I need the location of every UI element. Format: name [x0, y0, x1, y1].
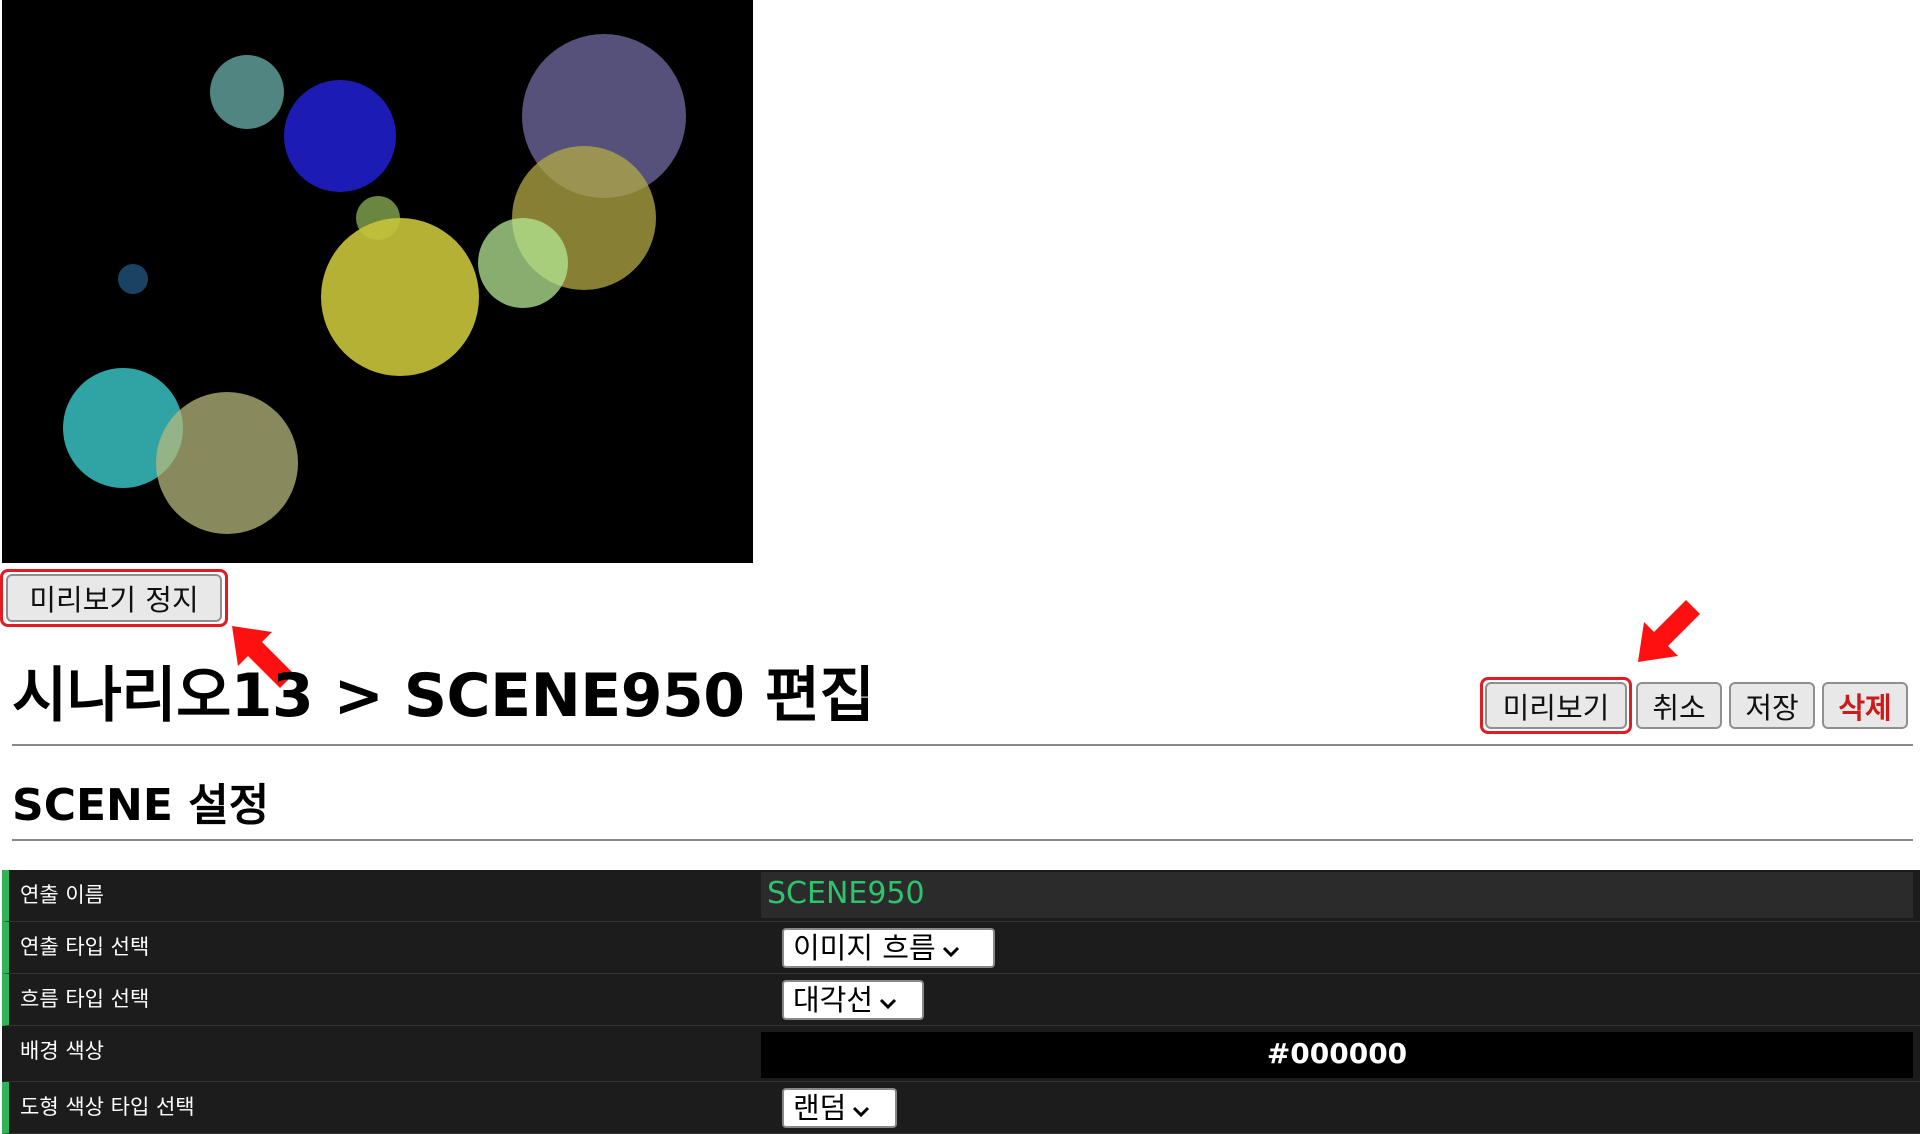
chevron-down-icon: [942, 930, 960, 966]
select-value: 이미지 흐름: [793, 931, 936, 965]
preview-circle: [478, 218, 568, 308]
chevron-down-icon: [852, 1090, 870, 1126]
preview-shapes: [63, 34, 686, 534]
select-value: 랜덤: [793, 1091, 847, 1125]
setting-row-name: 연출 이름 SCENE950: [2, 870, 1920, 922]
section-title: SCENE 설정: [12, 780, 270, 831]
section-divider: [12, 839, 1913, 841]
annotation-arrow-icon: [1638, 600, 1700, 662]
preview-circle: [156, 392, 298, 534]
preview-circle: [321, 218, 479, 376]
preview-circle: [118, 264, 148, 294]
setting-label: 연출 타입 선택: [20, 935, 150, 959]
setting-label: 흐름 타입 선택: [20, 987, 150, 1011]
preview-button[interactable]: 미리보기: [1485, 682, 1627, 729]
chevron-down-icon: [879, 982, 897, 1018]
effect-type-select[interactable]: 이미지 흐름: [782, 928, 995, 968]
save-button[interactable]: 저장: [1729, 682, 1815, 729]
setting-label: 연출 이름: [20, 883, 104, 907]
settings-table: 연출 이름 SCENE950 연출 타입 선택 이미지 흐름 흐름 타입 선택 …: [2, 870, 1920, 1134]
setting-row-bg-color: 배경 색상 #000000: [2, 1026, 1920, 1082]
preview-canvas: [2, 0, 753, 563]
setting-row-effect-type: 연출 타입 선택 이미지 흐름: [2, 922, 1920, 974]
shape-color-type-select[interactable]: 랜덤: [782, 1088, 897, 1128]
setting-row-shape-color-type: 도형 색상 타입 선택 랜덤: [2, 1082, 1920, 1134]
flow-type-select[interactable]: 대각선: [782, 980, 924, 1020]
scene-name-input[interactable]: SCENE950: [761, 872, 1913, 918]
page-title: 시나리오13 > SCENE950 편집: [12, 661, 875, 731]
title-divider: [12, 744, 1913, 746]
delete-button[interactable]: 삭제: [1822, 682, 1908, 729]
setting-label: 배경 색상: [20, 1039, 104, 1063]
stop-preview-button[interactable]: 미리보기 정지: [6, 574, 222, 622]
cancel-button[interactable]: 취소: [1636, 682, 1722, 729]
setting-row-flow-type: 흐름 타입 선택 대각선: [2, 974, 1920, 1026]
select-value: 대각선: [793, 983, 874, 1017]
preview-circle: [210, 55, 284, 129]
bg-color-picker[interactable]: #000000: [761, 1032, 1913, 1078]
preview-circle: [284, 80, 396, 192]
